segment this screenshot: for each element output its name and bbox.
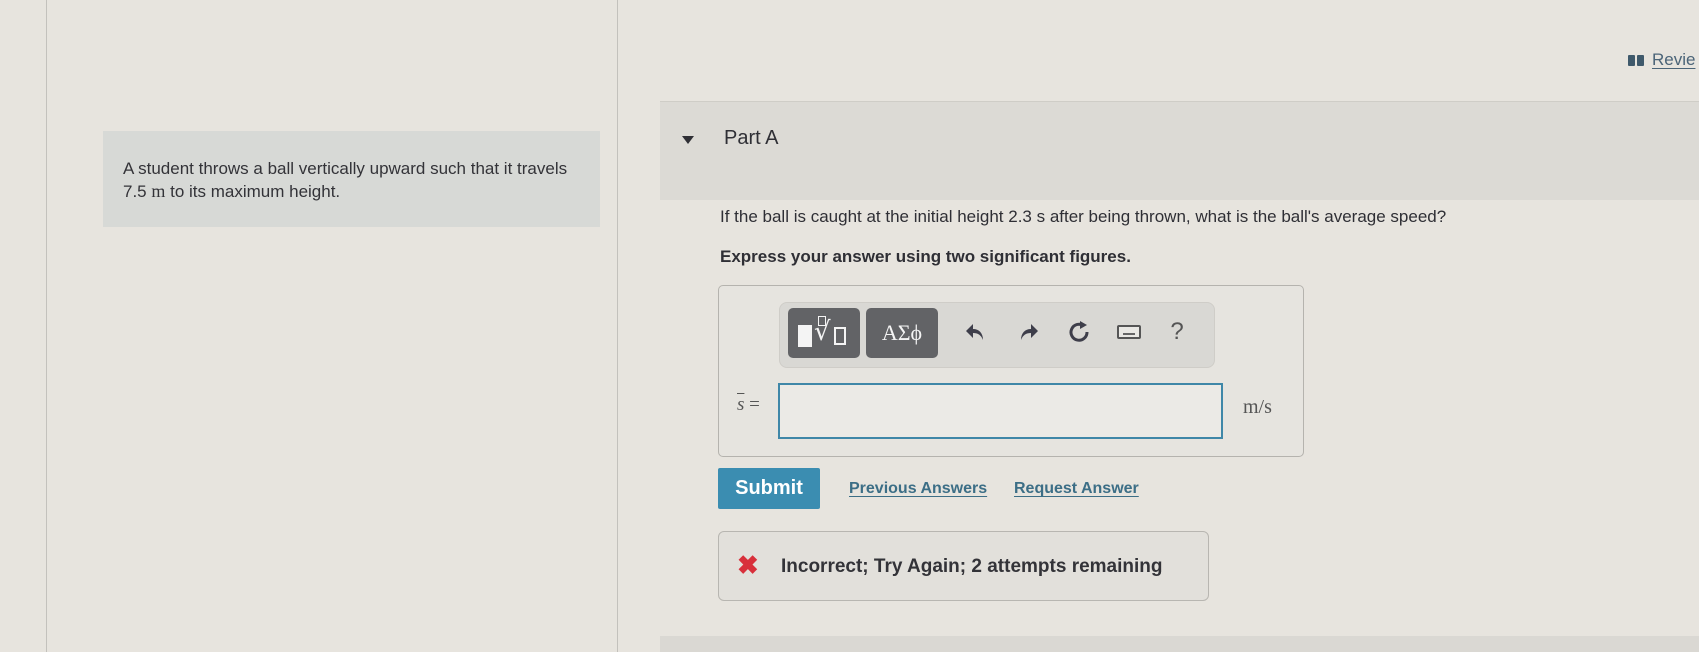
undo-icon[interactable] xyxy=(960,317,990,347)
question-text: If the ball is caught at the initial hei… xyxy=(720,207,1447,226)
reset-icon[interactable] xyxy=(1064,317,1094,347)
page: Revie A student throws a ball vertically… xyxy=(0,0,1699,652)
problem-unit: m xyxy=(151,181,166,201)
submit-button[interactable]: Submit xyxy=(718,468,820,509)
math-toolbar: √ ΑΣϕ ? xyxy=(779,302,1215,368)
x-icon: ✖ xyxy=(737,550,759,580)
book-icon xyxy=(1628,54,1644,66)
problem-text-after: to its maximum height. xyxy=(165,182,341,201)
instruction-text: Express your answer using two significan… xyxy=(720,247,1131,266)
problem-statement: A student throws a ball vertically upwar… xyxy=(103,131,600,227)
equals-sign: = xyxy=(749,394,760,415)
help-button[interactable]: ? xyxy=(1162,317,1192,347)
templates-icon: √ xyxy=(796,315,852,351)
keyboard-icon[interactable] xyxy=(1114,317,1144,347)
templates-button[interactable]: √ xyxy=(788,308,860,358)
answer-panel: √ ΑΣϕ ? s = m/s xyxy=(718,285,1304,457)
part-title: Part A xyxy=(724,127,779,149)
greek-symbols-button[interactable]: ΑΣϕ xyxy=(866,308,938,358)
bottom-band xyxy=(660,636,1699,652)
divider-left xyxy=(46,0,47,652)
answer-input[interactable] xyxy=(778,383,1223,439)
request-answer-link[interactable]: Request Answer xyxy=(1014,480,1139,498)
feedback-box: ✖ Incorrect; Try Again; 2 attempts remai… xyxy=(718,531,1209,601)
part-a-header[interactable]: Part A xyxy=(660,101,1699,200)
variable-symbol: s xyxy=(737,394,745,415)
divider-middle xyxy=(617,0,618,652)
redo-icon[interactable] xyxy=(1014,317,1044,347)
unit-label: m/s xyxy=(1243,396,1272,418)
feedback-message: Incorrect; Try Again; 2 attempts remaini… xyxy=(781,556,1163,577)
variable-label: s = xyxy=(737,394,760,416)
review-label: Revie xyxy=(1652,50,1696,69)
previous-answers-link[interactable]: Previous Answers xyxy=(849,480,987,498)
triangle-down-icon[interactable] xyxy=(682,136,694,144)
review-link[interactable]: Revie xyxy=(1628,50,1695,70)
